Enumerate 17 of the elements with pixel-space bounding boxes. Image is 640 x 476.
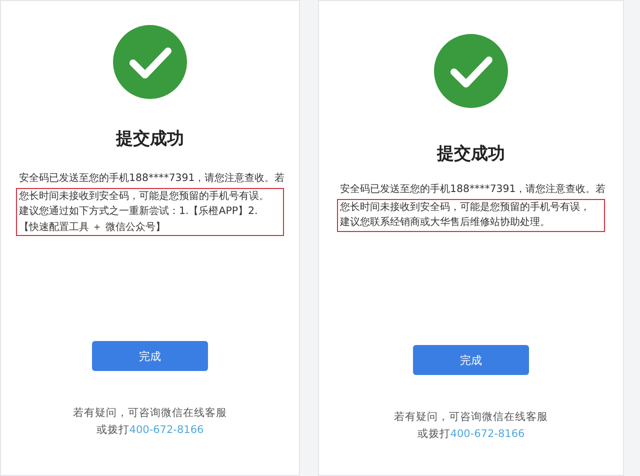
message-line: 建议您通过如下方式之一重新尝试：1.【乐橙APP】2.	[19, 204, 259, 219]
done-button[interactable]: 完成	[92, 341, 208, 371]
help-text: 若有疑问，可咨询微信在线客服	[394, 410, 548, 425]
help-text: 若有疑问，可咨询微信在线客服	[73, 406, 227, 421]
message-line: 建议您联系经销商或大华售后维修站协助处理。	[340, 216, 551, 230]
success-title: 提交成功	[116, 128, 184, 150]
message-line: 您长时间未接收到安全码，可能是您预留的手机号有误。	[19, 190, 270, 204]
done-button[interactable]: 完成	[413, 345, 529, 375]
call-text: 或拨打	[417, 428, 450, 440]
message-line: 【快速配置工具 ＋ 微信公众号】	[19, 220, 166, 234]
checkmark-icon	[434, 34, 508, 108]
checkmark-icon	[113, 25, 187, 99]
message-line: 您长时间未接收到安全码，可能是您预留的手机号有误，	[340, 200, 591, 214]
success-title: 提交成功	[437, 143, 505, 165]
phone-link[interactable]: 400-672-8166	[129, 424, 204, 436]
call-text: 或拨打	[96, 424, 130, 436]
phone-link[interactable]: 400-672-8166	[450, 428, 525, 440]
